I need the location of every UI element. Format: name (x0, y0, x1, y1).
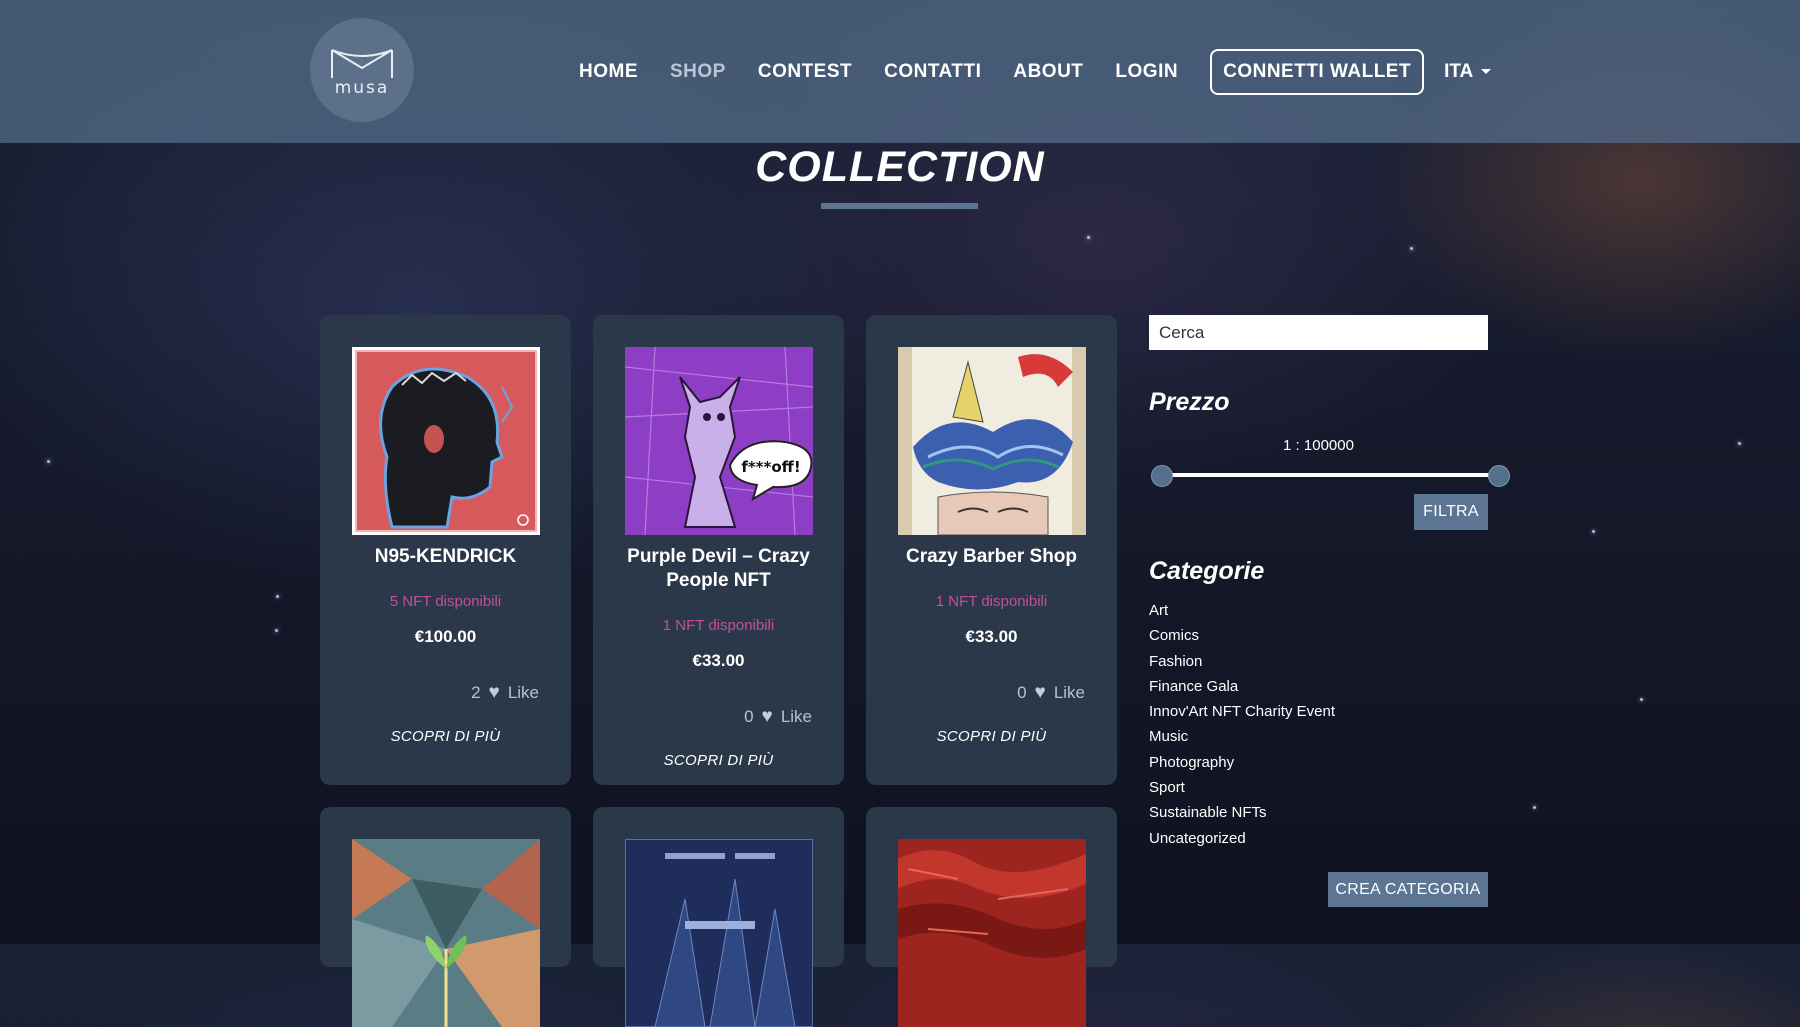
price-heading: Prezzo (1149, 388, 1230, 416)
product-image-crazy-barber-shop[interactable] (898, 347, 1086, 535)
finance-gala-art-icon (625, 839, 813, 1027)
product-price: €33.00 (692, 651, 745, 670)
discover-more-link[interactable]: SCOPRI DI PIÙ (320, 728, 571, 745)
product-card (866, 807, 1117, 1027)
price-slider-max-handle[interactable] (1488, 465, 1510, 487)
filter-button[interactable]: FILTRA (1414, 494, 1488, 530)
category-link[interactable]: Sustainable NFTs (1149, 800, 1335, 825)
like-count: 2 (471, 683, 481, 702)
category-link[interactable]: Photography (1149, 750, 1335, 775)
price-slider-min-handle[interactable] (1151, 465, 1173, 487)
devil-art-icon: f***off! (625, 347, 813, 535)
product-card (593, 807, 844, 1027)
heart-icon[interactable]: ♥ (489, 682, 500, 704)
site-logo[interactable]: musa (310, 18, 414, 122)
page-title: COLLECTION (755, 143, 1045, 191)
caret-down-icon (1481, 69, 1492, 74)
like-label: Like (507, 683, 539, 702)
categories-heading: Categorie (1149, 557, 1265, 585)
product-image-purple-devil[interactable]: f***off! (625, 347, 813, 535)
nav-contest[interactable]: CONTEST (758, 61, 852, 83)
category-link[interactable]: Music (1149, 724, 1335, 749)
like-control[interactable]: 0 ♥ Like (1017, 682, 1085, 704)
like-count: 0 (744, 707, 754, 726)
star (1738, 442, 1741, 445)
star (1640, 698, 1643, 701)
category-list: Art Comics Fashion Finance Gala Innov'Ar… (1149, 598, 1335, 851)
product-price: €33.00 (965, 627, 1018, 646)
category-link[interactable]: Sport (1149, 775, 1335, 800)
product-price: €100.00 (414, 627, 477, 646)
star (275, 629, 278, 632)
price-slider-track[interactable] (1161, 473, 1498, 477)
language-label: ITA (1444, 60, 1474, 82)
site-header: musa HOME SHOP CONTEST CONTATTI ABOUT LO… (0, 0, 1800, 143)
discover-more-link[interactable]: SCOPRI DI PIÙ (866, 728, 1117, 745)
product-image[interactable] (898, 839, 1086, 1027)
price-range-label: 1 : 100000 (1283, 437, 1354, 454)
like-count: 0 (1017, 683, 1027, 702)
category-link[interactable]: Comics (1149, 623, 1335, 648)
category-link[interactable]: Innov'Art NFT Charity Event (1149, 699, 1335, 724)
heart-icon[interactable]: ♥ (762, 706, 773, 728)
product-card: f***off! Purple Devil – Crazy People NFT… (593, 315, 844, 785)
nav-login[interactable]: LOGIN (1115, 61, 1178, 83)
discover-more-link[interactable]: SCOPRI DI PIÙ (593, 752, 844, 769)
envelope-logo-icon (331, 49, 393, 78)
nav-about[interactable]: ABOUT (1013, 61, 1083, 83)
language-selector[interactable]: ITA (1444, 60, 1492, 83)
connect-wallet-button[interactable]: CONNETTI WALLET (1210, 48, 1425, 95)
logo-text: musa (334, 78, 390, 98)
like-control[interactable]: 0 ♥ Like (744, 706, 812, 728)
nav-contatti[interactable]: CONTATTI (884, 61, 981, 83)
product-image[interactable] (352, 839, 540, 1027)
like-label: Like (1053, 683, 1085, 702)
create-category-button[interactable]: CREA CATEGORIA (1328, 872, 1488, 907)
main-nav: HOME SHOP CONTEST CONTATTI ABOUT LOGIN C… (579, 0, 1492, 143)
star (1533, 806, 1536, 809)
search-input[interactable] (1149, 315, 1488, 350)
product-card: Crazy Barber Shop 1 NFT disponibili €33.… (866, 315, 1117, 785)
plant-art-icon (352, 839, 540, 1027)
category-link[interactable]: Fashion (1149, 649, 1335, 674)
product-name[interactable]: Crazy Barber Shop (866, 545, 1117, 569)
portrait-art-icon (355, 350, 537, 532)
barber-art-icon (898, 347, 1086, 535)
product-image-n95-kendrick[interactable] (352, 347, 540, 535)
like-control[interactable]: 2 ♥ Like (471, 682, 539, 704)
star (47, 460, 50, 463)
star (1592, 530, 1595, 533)
product-availability: 1 NFT disponibili (662, 617, 775, 634)
category-link[interactable]: Finance Gala (1149, 674, 1335, 699)
product-card (320, 807, 571, 1027)
product-name[interactable]: Purple Devil – Crazy People NFT (623, 545, 814, 593)
product-card: N95-KENDRICK 5 NFT disponibili €100.00 2… (320, 315, 571, 785)
heart-icon[interactable]: ♥ (1035, 682, 1046, 704)
star (1410, 247, 1413, 250)
star (276, 595, 279, 598)
nav-home[interactable]: HOME (579, 61, 638, 83)
red-texture-art-icon (898, 839, 1086, 1027)
product-availability: 5 NFT disponibili (389, 593, 502, 610)
product-availability: 1 NFT disponibili (935, 593, 1048, 610)
title-underline (821, 203, 978, 209)
speech-bubble-text: f***off! (741, 458, 800, 476)
category-link[interactable]: Art (1149, 598, 1335, 623)
product-image[interactable] (625, 839, 813, 1027)
like-label: Like (780, 707, 812, 726)
star (1087, 236, 1090, 239)
nav-shop[interactable]: SHOP (670, 61, 726, 83)
category-link[interactable]: Uncategorized (1149, 826, 1335, 851)
product-name[interactable]: N95-KENDRICK (320, 545, 571, 569)
